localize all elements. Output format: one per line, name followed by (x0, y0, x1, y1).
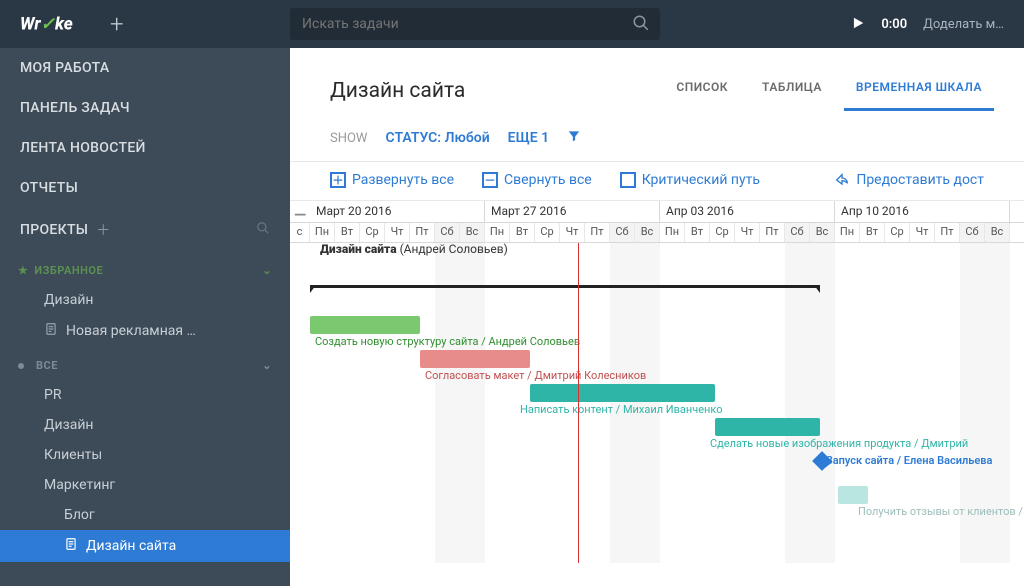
critical-path-button[interactable]: Критический путь (620, 172, 760, 188)
nav-my-work[interactable]: МОЯ РАБОТА (0, 48, 290, 88)
task-row[interactable]: Согласовать макет / Дмитрий Колесников (290, 345, 1024, 379)
search-projects-icon[interactable] (256, 221, 270, 239)
nav-dashboards[interactable]: ПАНЕЛЬ ЗАДАЧ (0, 88, 290, 128)
timeline-days: сПнВтСрЧтПтСбВсПнВтСрЧтПтСбВсПнВтСрЧтПтС… (290, 223, 1024, 243)
timer-task[interactable]: Доделать м… (923, 17, 1004, 32)
page-title: Дизайн сайта (330, 79, 465, 103)
task-row[interactable]: Создать новую структуру сайта / Андрей С… (290, 311, 1024, 345)
gantt-bar[interactable] (310, 316, 420, 334)
timeline-months: Март 20 2016Март 27 2016Апр 03 2016Апр 1… (290, 201, 1024, 223)
chevron-down-icon: ⌄ (262, 264, 272, 277)
gantt-bar[interactable] (838, 486, 868, 504)
tab-table[interactable]: ТАБЛИЦА (750, 70, 834, 111)
filter-icon[interactable] (567, 129, 581, 147)
logo[interactable]: Wr✓ke (0, 13, 110, 35)
search-icon[interactable] (632, 14, 650, 36)
tree-item-pr[interactable]: PR (0, 380, 290, 410)
filter-show-label: SHOW (330, 131, 367, 146)
task-row[interactable]: Получить отзывы от клиентов / Елена Васи… (290, 481, 1024, 515)
tree-item-clients[interactable]: Клиенты (0, 440, 290, 470)
bullet-icon (18, 363, 24, 369)
topbar: Wr✓ke + 0:00 Доделать м… (0, 0, 1024, 48)
task-row[interactable]: Сделать новые изображения продукта / Дми… (290, 413, 1024, 447)
search-box (290, 8, 660, 40)
filter-status[interactable]: СТАТУС: Любой (385, 130, 489, 146)
timer-time: 0:00 (881, 17, 907, 32)
filter-more[interactable]: ЕЩЕ 1 (508, 130, 549, 146)
gantt-bar[interactable] (715, 418, 820, 436)
summary-row[interactable]: Дизайн сайта (Андрей Соловьев) (290, 243, 1024, 277)
collapse-all-button[interactable]: －Свернуть все (482, 172, 592, 188)
today-line (578, 243, 579, 563)
share-button[interactable]: Предоставить дост (834, 172, 984, 188)
expand-all-button[interactable]: ＋Развернуть все (330, 172, 454, 188)
gantt-bar[interactable] (420, 350, 530, 368)
fav-item-design[interactable]: Дизайн (0, 285, 290, 315)
add-new-icon[interactable]: + (110, 10, 150, 38)
play-icon[interactable] (851, 15, 865, 34)
gantt-body[interactable]: Дизайн сайта (Андрей Соловьев) Создать н… (290, 243, 1024, 563)
filter-row: SHOW СТАТУС: Любой ЕЩЕ 1 (290, 123, 1024, 162)
gantt-toolbar: ＋Развернуть все －Свернуть все Критически… (290, 162, 1024, 201)
section-all[interactable]: ВСЕ ⌄ (0, 347, 290, 380)
fav-item-ad[interactable]: Новая рекламная … (0, 315, 290, 347)
document-icon (64, 537, 78, 555)
gantt-chart[interactable]: — Март 20 2016Март 27 2016Апр 03 2016Апр… (290, 201, 1024, 581)
nav-projects[interactable]: ПРОЕКТЫ ＋ (0, 208, 290, 252)
summary-bar-row[interactable] (290, 277, 1024, 311)
search-input[interactable] (290, 8, 660, 40)
nav-reports[interactable]: ОТЧЕТЫ (0, 168, 290, 208)
tab-timeline[interactable]: ВРЕМЕННАЯ ШКАЛА (844, 70, 994, 111)
star-icon: ★ (18, 264, 28, 277)
task-row[interactable]: Написать контент / Михаил Иванченко (290, 379, 1024, 413)
sidebar: МОЯ РАБОТА ПАНЕЛЬ ЗАДАЧ ЛЕНТА НОВОСТЕЙ О… (0, 48, 290, 586)
nav-stream[interactable]: ЛЕНТА НОВОСТЕЙ (0, 128, 290, 168)
task-row[interactable]: Запуск сайта / Елена Васильева (290, 447, 1024, 481)
tree-item-marketing[interactable]: Маркетинг (0, 470, 290, 500)
tree-item-site-design[interactable]: Дизайн сайта (0, 530, 290, 562)
chevron-down-icon: ⌄ (262, 359, 272, 372)
main: Дизайн сайта СПИСОК ТАБЛИЦА ВРЕМЕННАЯ ШК… (290, 48, 1024, 586)
tree-item-blog[interactable]: Блог (0, 500, 290, 530)
tab-list[interactable]: СПИСОК (664, 70, 740, 111)
add-project-icon[interactable]: ＋ (96, 220, 110, 240)
svg-text:Wr✓ke: Wr✓ke (20, 14, 73, 34)
collapse-summary-icon[interactable]: — (294, 205, 306, 224)
section-favorites[interactable]: ★ ИЗБРАННОЕ ⌄ (0, 252, 290, 285)
gantt-bar[interactable] (530, 384, 715, 402)
document-icon (44, 322, 58, 340)
page-header: Дизайн сайта СПИСОК ТАБЛИЦА ВРЕМЕННАЯ ШК… (290, 48, 1024, 123)
tree-item-design[interactable]: Дизайн (0, 410, 290, 440)
